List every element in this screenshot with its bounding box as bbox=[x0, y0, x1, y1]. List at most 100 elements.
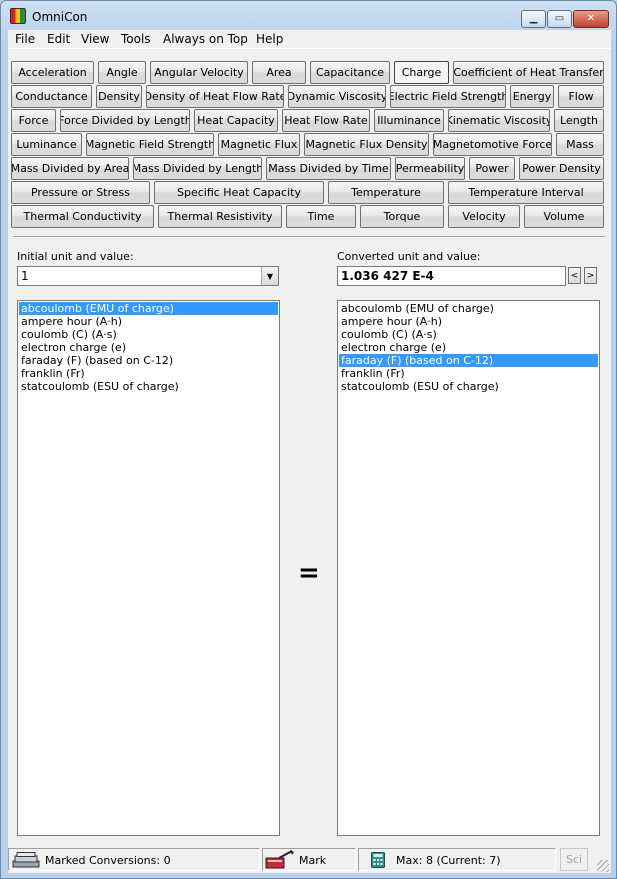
mark-icon bbox=[265, 850, 294, 869]
initial-unit-list[interactable]: abcoulomb (EMU of charge) ampere hour (A… bbox=[17, 300, 280, 836]
category-button[interactable]: Electric Field Strength bbox=[390, 85, 506, 108]
list-item[interactable]: coulomb (C) (A·s) bbox=[19, 328, 278, 341]
menu-always-on-top[interactable]: Always on Top bbox=[163, 32, 248, 46]
list-item[interactable]: ampere hour (A·h) bbox=[19, 315, 278, 328]
next-button[interactable]: > bbox=[584, 267, 597, 284]
mark-button[interactable]: Mark bbox=[262, 848, 356, 871]
list-item[interactable]: abcoulomb (EMU of charge) bbox=[339, 302, 598, 315]
initial-value-combo[interactable]: 1 ▼ bbox=[17, 266, 279, 286]
category-button[interactable]: Flow bbox=[558, 85, 604, 108]
menu-edit[interactable]: Edit bbox=[47, 32, 70, 46]
marked-conversions-text: Marked Conversions: 0 bbox=[45, 854, 171, 867]
category-button[interactable]: Density of Heat Flow Rate bbox=[146, 85, 284, 108]
category-button[interactable]: Length bbox=[554, 109, 604, 132]
category-button[interactable]: Energy bbox=[510, 85, 554, 108]
list-item[interactable]: ampere hour (A·h) bbox=[339, 315, 598, 328]
max-current-text: Max: 8 (Current: 7) bbox=[396, 854, 501, 867]
menu-file[interactable]: File bbox=[15, 32, 35, 46]
list-item[interactable]: franklin (Fr) bbox=[19, 367, 278, 380]
converted-unit-list[interactable]: abcoulomb (EMU of charge) ampere hour (A… bbox=[337, 300, 600, 836]
category-button[interactable]: Mass Divided by Length bbox=[133, 157, 262, 180]
category-button[interactable]: Area bbox=[252, 61, 306, 84]
category-button[interactable]: Heat Flow Rate bbox=[282, 109, 370, 132]
category-button[interactable]: Illuminance bbox=[374, 109, 444, 132]
minimize-icon: ▁ bbox=[529, 13, 538, 24]
close-button[interactable]: ✕ bbox=[573, 10, 609, 28]
converted-value-field[interactable]: 1.036 427 E-4 bbox=[337, 266, 566, 286]
chevron-right-icon: > bbox=[586, 270, 595, 281]
mark-label: Mark bbox=[299, 854, 327, 867]
initial-value-text[interactable]: 1 bbox=[21, 269, 29, 283]
list-item[interactable]: statcoulomb (ESU of charge) bbox=[19, 380, 278, 393]
status-bar: Marked Conversions: 0 Mark Max: 8 (Curre… bbox=[8, 846, 611, 873]
category-button[interactable]: Torque bbox=[360, 205, 444, 228]
previous-button[interactable]: < bbox=[568, 267, 581, 284]
category-button[interactable]: Conductance bbox=[11, 85, 92, 108]
list-item[interactable]: electron charge (e) bbox=[19, 341, 278, 354]
category-button[interactable]: Force Divided by Length bbox=[60, 109, 190, 132]
maximize-button[interactable]: ▭ bbox=[547, 10, 572, 28]
category-button[interactable]: Kinematic Viscosity bbox=[448, 109, 550, 132]
chevron-down-icon[interactable]: ▼ bbox=[261, 267, 278, 285]
chevron-left-icon: < bbox=[570, 270, 579, 281]
category-button[interactable]: Pressure or Stress bbox=[11, 181, 150, 204]
category-button[interactable]: Temperature Interval bbox=[448, 181, 604, 204]
category-button[interactable]: Density bbox=[96, 85, 142, 108]
category-button[interactable]: Time bbox=[286, 205, 356, 228]
menu-help[interactable]: Help bbox=[256, 32, 283, 46]
menu-tools[interactable]: Tools bbox=[121, 32, 151, 46]
category-button[interactable]: Power Density bbox=[519, 157, 604, 180]
resize-grip[interactable] bbox=[597, 860, 609, 872]
separator bbox=[13, 236, 605, 238]
category-button[interactable]: Luminance bbox=[11, 133, 82, 156]
status-max-cell: Max: 8 (Current: 7) bbox=[358, 848, 556, 871]
list-item[interactable]: electron charge (e) bbox=[339, 341, 598, 354]
initial-label: Initial unit and value: bbox=[17, 250, 134, 263]
category-button[interactable]: Coefficient of Heat Transfer bbox=[453, 61, 604, 84]
category-button[interactable]: Angular Velocity bbox=[150, 61, 248, 84]
category-button[interactable]: Mass Divided by Time bbox=[266, 157, 391, 180]
equals-sign: = bbox=[298, 558, 320, 588]
category-button[interactable]: Magnetic Flux Density bbox=[304, 133, 429, 156]
category-button-selected[interactable]: Charge bbox=[394, 61, 449, 84]
category-button[interactable]: Magnetic Field Strength bbox=[86, 133, 214, 156]
minimize-button[interactable]: ▁ bbox=[521, 10, 546, 28]
client-area: File Edit View Tools Always on Top Help … bbox=[8, 30, 611, 873]
category-button[interactable]: Permeability bbox=[395, 157, 465, 180]
list-item-selected[interactable]: abcoulomb (EMU of charge) bbox=[19, 302, 278, 315]
status-marked-cell[interactable]: Marked Conversions: 0 bbox=[8, 848, 260, 871]
window-title: OmniCon bbox=[32, 10, 88, 24]
maximize-icon: ▭ bbox=[554, 13, 565, 24]
category-button[interactable]: Mass bbox=[556, 133, 604, 156]
category-button[interactable]: Angle bbox=[98, 61, 146, 84]
category-button[interactable]: Magnetic Flux bbox=[218, 133, 300, 156]
list-item-selected[interactable]: faraday (F) (based on C-12) bbox=[339, 354, 598, 367]
category-button[interactable]: Temperature bbox=[328, 181, 444, 204]
converted-value-text: 1.036 427 E-4 bbox=[341, 269, 434, 283]
category-button[interactable]: Velocity bbox=[448, 205, 520, 228]
sci-button[interactable]: Sci bbox=[560, 848, 588, 871]
category-button[interactable]: Mass Divided by Area bbox=[11, 157, 129, 180]
category-button[interactable]: Thermal Resistivity bbox=[158, 205, 282, 228]
calculator-icon bbox=[371, 852, 385, 868]
category-button[interactable]: Heat Capacity bbox=[194, 109, 278, 132]
category-button[interactable]: Capacitance bbox=[310, 61, 390, 84]
category-button[interactable]: Dynamic Viscosity bbox=[288, 85, 386, 108]
app-icon[interactable] bbox=[10, 8, 26, 24]
close-icon: ✕ bbox=[586, 13, 596, 24]
list-item[interactable]: statcoulomb (ESU of charge) bbox=[339, 380, 598, 393]
category-button[interactable]: Thermal Conductivity bbox=[11, 205, 154, 228]
menu-view[interactable]: View bbox=[81, 32, 109, 46]
category-button[interactable]: Power bbox=[469, 157, 515, 180]
category-button[interactable]: Specific Heat Capacity bbox=[154, 181, 324, 204]
category-button[interactable]: Volume bbox=[524, 205, 604, 228]
category-button[interactable]: Magnetomotive Force bbox=[433, 133, 552, 156]
list-item[interactable]: franklin (Fr) bbox=[339, 367, 598, 380]
category-button[interactable]: Acceleration bbox=[11, 61, 94, 84]
list-item[interactable]: coulomb (C) (A·s) bbox=[339, 328, 598, 341]
omnicon-window: OmniCon ▁ ▭ ✕ File Edit View Tools Alway… bbox=[0, 0, 617, 879]
title-bar[interactable]: OmniCon ▁ ▭ ✕ bbox=[1, 1, 616, 29]
list-item[interactable]: faraday (F) (based on C-12) bbox=[19, 354, 278, 367]
menu-bar: File Edit View Tools Always on Top Help bbox=[8, 30, 611, 48]
category-button[interactable]: Force bbox=[11, 109, 56, 132]
